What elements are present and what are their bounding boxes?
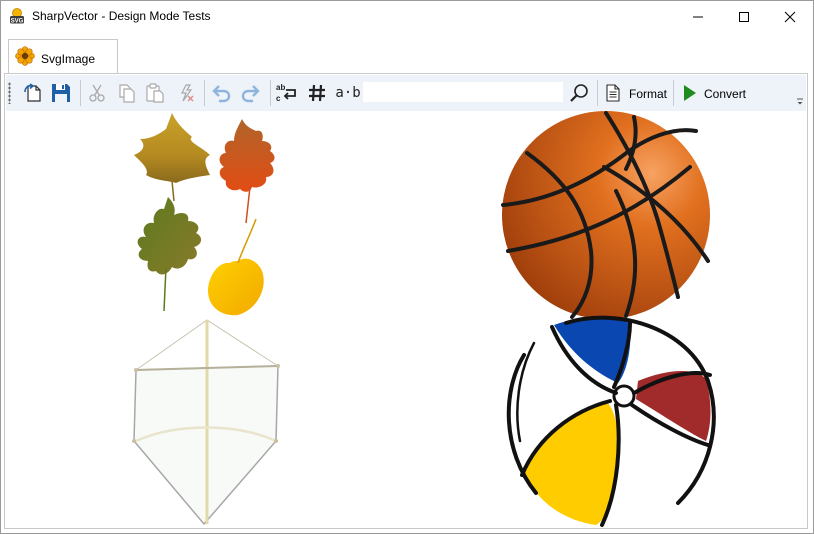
play-icon — [684, 85, 696, 101]
toolbar-separator — [80, 80, 81, 106]
hash-icon — [309, 84, 325, 102]
svg-text:SVG: SVG — [11, 18, 24, 24]
whole-word-icon: a·b — [335, 85, 361, 101]
beach-ball-graphic — [506, 315, 716, 527]
autumn-leaves-graphic — [134, 113, 275, 316]
svg-preview-canvas[interactable] — [6, 111, 806, 528]
basketball-graphic — [501, 111, 710, 319]
toolbar-grip[interactable] — [8, 82, 11, 104]
find-input[interactable] — [363, 82, 563, 102]
cut-button[interactable] — [84, 79, 110, 107]
svg-text:ab: ab — [276, 83, 285, 92]
convert-label: Convert — [704, 87, 747, 101]
toolbar-separator — [597, 80, 598, 106]
open-file-icon — [24, 83, 41, 102]
tab-strip: SvgImage — [1, 32, 813, 74]
close-icon — [784, 11, 796, 22]
toolbar-separator — [673, 80, 674, 106]
tab-svgimage[interactable]: SvgImage — [8, 39, 118, 74]
paste-icon — [146, 83, 164, 103]
copy-button[interactable] — [114, 79, 140, 107]
clear-icon — [181, 84, 194, 102]
hash-button[interactable] — [304, 79, 330, 107]
replace-button[interactable]: ab c — [274, 79, 300, 107]
svg-preview-drawing — [132, 111, 716, 527]
toolbar-separator — [270, 80, 271, 106]
cut-icon — [89, 84, 105, 102]
flower-icon — [15, 46, 35, 66]
kite-graphic — [132, 319, 280, 526]
whole-word-button[interactable]: a·b — [334, 79, 362, 107]
svg-badge-icon: SVG — [10, 8, 24, 24]
minimize-button[interactable] — [675, 1, 721, 32]
undo-button[interactable] — [208, 79, 234, 107]
window-title: SharpVector - Design Mode Tests — [32, 9, 211, 23]
maximize-button[interactable] — [721, 1, 767, 32]
minimize-icon — [693, 16, 703, 17]
svg-text:c: c — [276, 94, 281, 103]
redo-button[interactable] — [238, 79, 264, 107]
save-button[interactable] — [48, 79, 74, 107]
search-icon — [570, 84, 588, 102]
clear-button[interactable] — [172, 79, 198, 107]
toolbar-overflow-icon[interactable] — [796, 98, 804, 106]
format-label: Format — [629, 87, 668, 101]
toolbar-separator — [204, 80, 205, 106]
format-document-icon — [606, 84, 620, 102]
close-button[interactable] — [767, 1, 813, 32]
paste-button[interactable] — [142, 79, 168, 107]
tab-label: SvgImage — [41, 52, 96, 66]
save-icon — [52, 84, 70, 102]
replace-icon: ab c — [276, 83, 296, 103]
redo-icon — [241, 85, 260, 103]
title-bar[interactable]: SVG SharpVector - Design Mode Tests — [1, 1, 813, 32]
open-file-button[interactable] — [20, 79, 46, 107]
undo-icon — [212, 85, 231, 103]
search-button[interactable] — [566, 79, 592, 107]
maximize-icon — [739, 11, 749, 22]
copy-icon — [119, 84, 135, 103]
